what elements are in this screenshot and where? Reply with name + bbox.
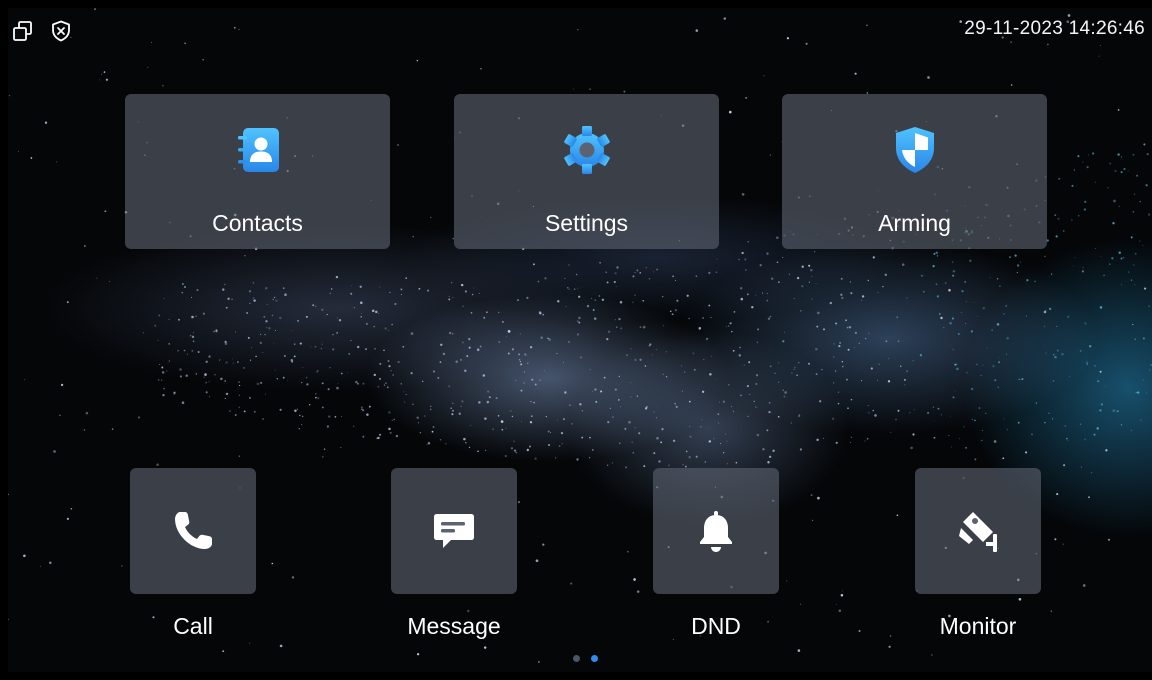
- page-dot-2-active[interactable]: [591, 655, 598, 662]
- settings-gear-icon: [563, 126, 610, 174]
- monitor-tile[interactable]: [915, 468, 1041, 594]
- datetime-display: 29-11-2023 14:26:46: [964, 18, 1145, 39]
- monitor-label: Monitor: [939, 613, 1017, 639]
- message-tile[interactable]: [391, 468, 517, 594]
- camera-icon: [959, 512, 997, 552]
- arming-label: Arming: [878, 210, 951, 236]
- dnd-tile[interactable]: [653, 468, 779, 594]
- contacts-tile[interactable]: Contacts: [125, 94, 390, 249]
- contacts-icon: [237, 128, 279, 172]
- message-icon: [434, 514, 474, 548]
- contacts-label: Contacts: [212, 210, 303, 236]
- call-label: Call: [173, 613, 213, 639]
- home-screen: 29-11-2023 14:26:46 Contacts Settings Ar…: [8, 8, 1152, 672]
- page-dot-1[interactable]: [573, 655, 580, 662]
- bell-icon: [700, 511, 732, 552]
- phone-icon: [175, 512, 212, 549]
- status-bar: 29-11-2023 14:26:46: [8, 8, 1152, 48]
- shield-x-icon[interactable]: [50, 20, 72, 42]
- arming-tile[interactable]: Arming: [782, 94, 1047, 249]
- shield-icon: [895, 127, 934, 173]
- settings-tile[interactable]: Settings: [454, 94, 719, 249]
- dnd-label: DND: [691, 613, 741, 639]
- settings-label: Settings: [544, 210, 629, 236]
- call-tile[interactable]: [130, 468, 256, 594]
- window-restore-icon[interactable]: [12, 20, 34, 42]
- message-label: Message: [407, 613, 501, 639]
